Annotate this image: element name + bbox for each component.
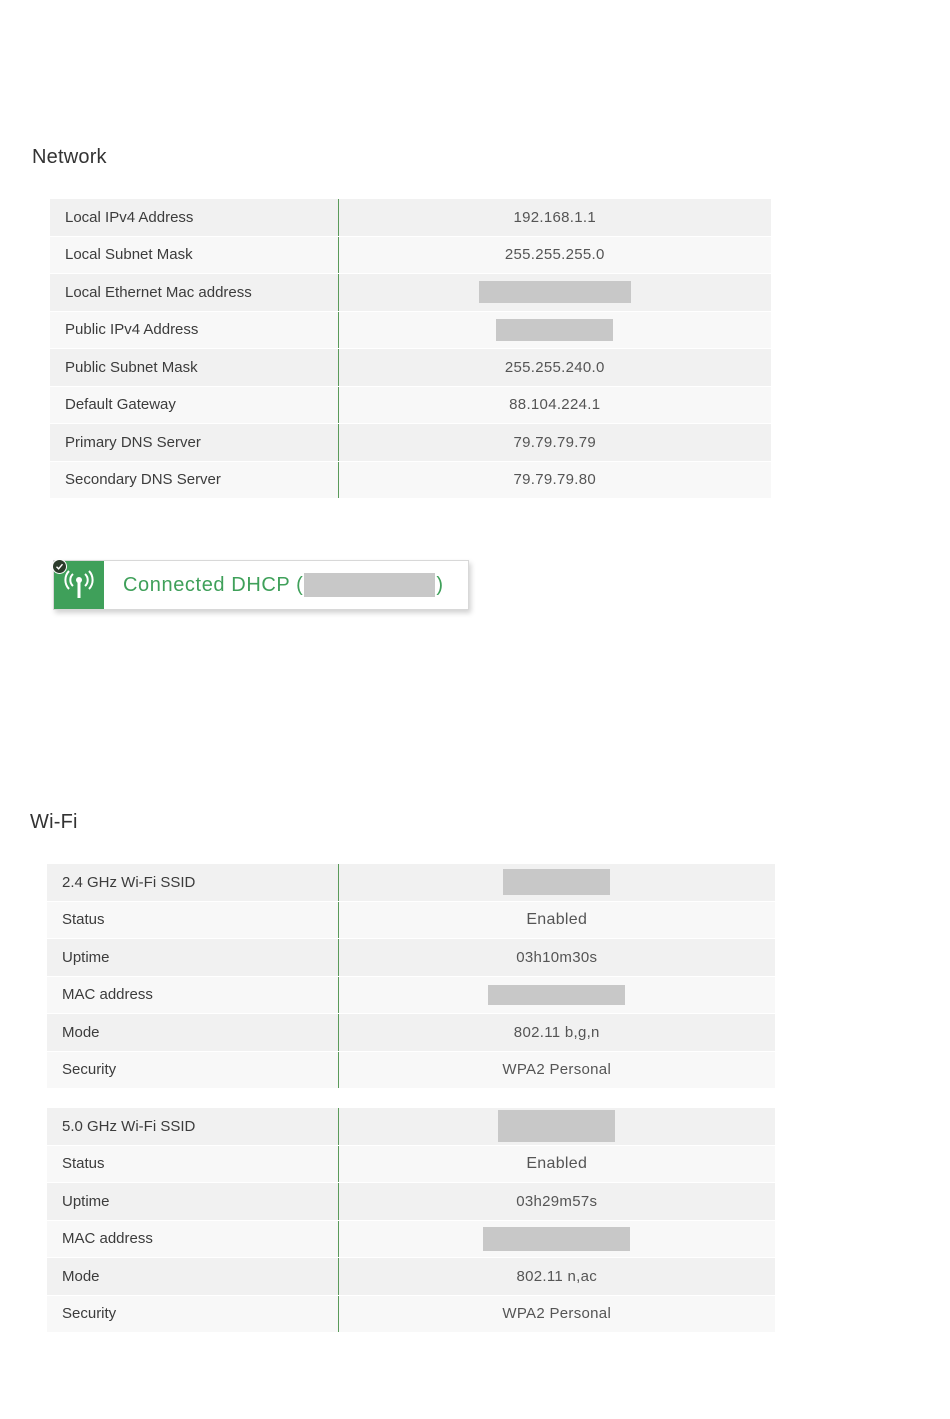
- redacted-ssid-50: [498, 1110, 616, 1143]
- network-section-title: Network: [32, 146, 107, 168]
- public-ipv4-label: Public IPv4 Address: [50, 311, 339, 349]
- mac-50-value-cell: [338, 1220, 775, 1258]
- table-row: Status Enabled: [47, 901, 775, 939]
- security-50-label: Security: [47, 1295, 339, 1333]
- status-50-value: Enabled: [338, 1145, 775, 1183]
- table-row: 2.4 GHz Wi-Fi SSID: [47, 864, 775, 902]
- table-row: Mode 802.11 n,ac: [47, 1257, 775, 1296]
- mac-24-label: MAC address: [47, 976, 339, 1014]
- table-row: Security WPA2 Personal: [47, 1051, 775, 1089]
- uptime-50-label: Uptime: [47, 1182, 339, 1221]
- secondary-dns-value: 79.79.79.80: [338, 461, 771, 499]
- ssid-50-label: 5.0 GHz Wi-Fi SSID: [47, 1108, 339, 1146]
- security-50-value: WPA2 Personal: [338, 1295, 775, 1333]
- mode-50-value: 802.11 n,ac: [338, 1257, 775, 1296]
- table-row: Primary DNS Server 79.79.79.79: [50, 423, 771, 462]
- security-24-label: Security: [47, 1051, 339, 1089]
- table-row: Uptime 03h29m57s: [47, 1182, 775, 1221]
- default-gateway-value: 88.104.224.1: [338, 386, 771, 424]
- redacted-mac-50: [483, 1226, 631, 1251]
- uptime-50-value: 03h29m57s: [338, 1182, 775, 1221]
- mac-50-label: MAC address: [47, 1220, 339, 1258]
- local-subnet-label: Local Subnet Mask: [50, 236, 339, 274]
- default-gateway-label: Default Gateway: [50, 386, 339, 424]
- table-row: 5.0 GHz Wi-Fi SSID: [47, 1108, 775, 1146]
- table-row: Local IPv4 Address 192.168.1.1: [50, 199, 771, 237]
- redacted-mac-24: [488, 984, 626, 1005]
- status-24-label: Status: [47, 901, 339, 939]
- table-row: Public IPv4 Address: [50, 311, 771, 349]
- connection-status-card: Connected DHCP ( ): [52, 559, 469, 610]
- security-24-value: WPA2 Personal: [338, 1051, 775, 1089]
- table-row: Uptime 03h10m30s: [47, 938, 775, 977]
- mode-24-label: Mode: [47, 1013, 339, 1052]
- network-info-table: Local IPv4 Address 192.168.1.1 Local Sub…: [50, 199, 771, 499]
- connection-status-suffix: ): [436, 573, 444, 596]
- uptime-24-value: 03h10m30s: [338, 938, 775, 977]
- table-row: Public Subnet Mask 255.255.240.0: [50, 348, 771, 387]
- table-row: Secondary DNS Server 79.79.79.80: [50, 461, 771, 499]
- wifi-50-table: 5.0 GHz Wi-Fi SSID Status Enabled Uptime…: [47, 1108, 775, 1333]
- table-row: Status Enabled: [47, 1145, 775, 1183]
- local-mac-value-cell: [338, 273, 771, 312]
- table-row: Mode 802.11 b,g,n: [47, 1013, 775, 1052]
- redacted-connection-detail: [304, 573, 436, 597]
- uptime-24-label: Uptime: [47, 938, 339, 977]
- primary-dns-value: 79.79.79.79: [338, 423, 771, 462]
- wifi-antenna-icon: [52, 559, 104, 609]
- local-subnet-value: 255.255.255.0: [338, 236, 771, 274]
- local-ipv4-label: Local IPv4 Address: [50, 199, 339, 237]
- mac-24-value-cell: [338, 976, 775, 1014]
- table-row: Default Gateway 88.104.224.1: [50, 386, 771, 424]
- public-subnet-value: 255.255.240.0: [338, 348, 771, 387]
- wifi-24-table: 2.4 GHz Wi-Fi SSID Status Enabled Uptime…: [47, 864, 775, 1089]
- table-row: MAC address: [47, 976, 775, 1014]
- ssid-50-value-cell: [338, 1108, 775, 1146]
- local-ipv4-value: 192.168.1.1: [338, 199, 771, 237]
- redacted-public-ipv4: [496, 318, 614, 341]
- mode-24-value: 802.11 b,g,n: [338, 1013, 775, 1052]
- wifi-section-title: Wi-Fi: [30, 811, 78, 833]
- primary-dns-label: Primary DNS Server: [50, 423, 339, 462]
- status-24-value: Enabled: [338, 901, 775, 939]
- secondary-dns-label: Secondary DNS Server: [50, 461, 339, 499]
- public-subnet-label: Public Subnet Mask: [50, 348, 339, 387]
- table-row: Local Ethernet Mac address: [50, 273, 771, 312]
- redacted-local-mac: [478, 281, 631, 304]
- public-ipv4-value-cell: [338, 311, 771, 349]
- table-row: Security WPA2 Personal: [47, 1295, 775, 1333]
- mode-50-label: Mode: [47, 1257, 339, 1296]
- local-mac-label: Local Ethernet Mac address: [50, 273, 339, 312]
- connection-status-text: Connected DHCP ( ): [123, 573, 444, 597]
- antenna-svg: [64, 570, 94, 598]
- table-row: MAC address: [47, 1220, 775, 1258]
- connection-status-prefix: Connected DHCP (: [123, 573, 304, 596]
- table-row: Local Subnet Mask 255.255.255.0: [50, 236, 771, 274]
- ssid-24-label: 2.4 GHz Wi-Fi SSID: [47, 864, 339, 902]
- redacted-ssid-24: [503, 869, 611, 896]
- status-50-label: Status: [47, 1145, 339, 1183]
- ssid-24-value-cell: [338, 864, 775, 902]
- check-icon: [52, 559, 67, 574]
